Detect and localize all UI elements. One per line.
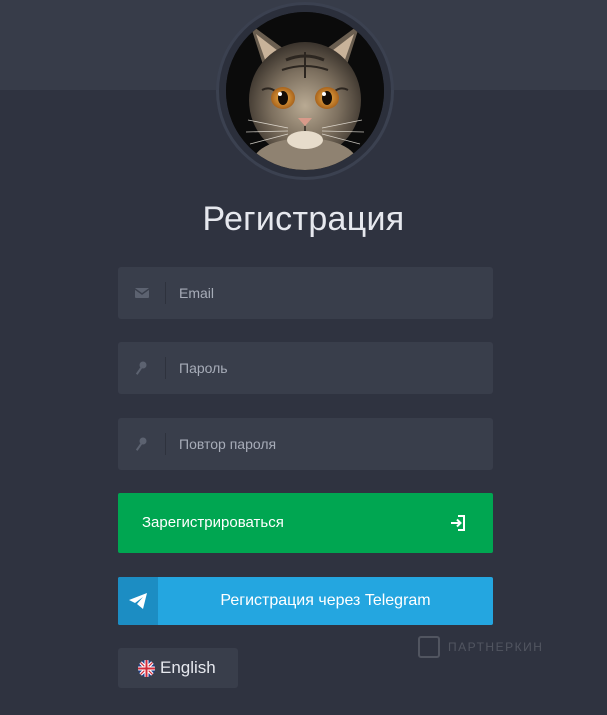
- avatar: [226, 12, 384, 170]
- cat-avatar-image: [226, 12, 384, 170]
- uk-flag-icon: [138, 660, 155, 677]
- language-switcher[interactable]: English: [118, 648, 238, 688]
- watermark-logo-icon: [418, 636, 440, 658]
- field-divider: [165, 282, 166, 304]
- sign-in-icon: [449, 514, 467, 532]
- watermark: ПАРТНЕРКИН: [418, 634, 568, 660]
- key-icon: [132, 359, 152, 377]
- register-button-label: Зарегистрироваться: [142, 514, 284, 531]
- envelope-icon: [132, 284, 152, 302]
- email-field[interactable]: [118, 267, 493, 319]
- password-input[interactable]: [179, 342, 479, 394]
- paper-plane-icon: [118, 577, 158, 625]
- telegram-register-button[interactable]: Регистрация через Telegram: [118, 577, 493, 625]
- telegram-button-label: Регистрация через Telegram: [220, 592, 431, 609]
- email-input[interactable]: [179, 267, 479, 319]
- avatar-frame: [219, 5, 391, 177]
- language-label: English: [160, 658, 216, 677]
- register-button[interactable]: Зарегистрироваться: [118, 493, 493, 553]
- password-field[interactable]: [118, 342, 493, 394]
- field-divider: [165, 433, 166, 455]
- key-icon: [132, 435, 152, 453]
- watermark-text: ПАРТНЕРКИН: [448, 640, 544, 654]
- password-repeat-field[interactable]: [118, 418, 493, 470]
- field-divider: [165, 357, 166, 379]
- page-title: Регистрация: [202, 200, 405, 238]
- password-repeat-input[interactable]: [179, 418, 479, 470]
